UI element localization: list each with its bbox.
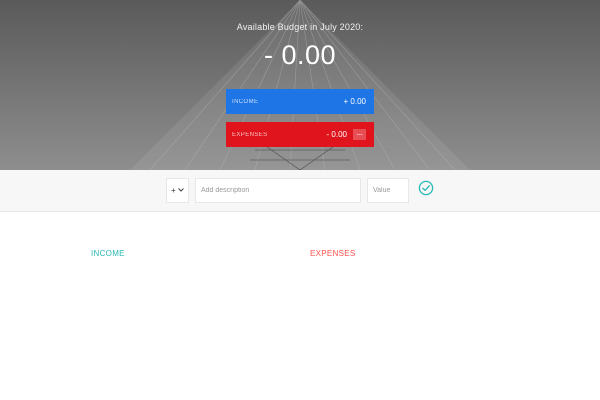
budget-income-value: + 0.00	[343, 97, 366, 106]
check-circle-icon	[418, 180, 434, 196]
add-value-input[interactable]	[367, 178, 409, 203]
budget-income-label: Income	[232, 98, 259, 105]
add-type-select[interactable]: +	[166, 178, 189, 203]
budget-expenses-right: - 0.00 ---	[327, 129, 366, 140]
budget-expenses-label: Expenses	[232, 131, 268, 138]
budget-value: - 0.00	[263, 40, 337, 70]
budget-header: Available Budget in July 2020: - 0.00 In…	[0, 0, 600, 170]
add-description-input[interactable]	[195, 178, 361, 203]
budget-income-row: Income + 0.00	[226, 89, 374, 114]
budget-expenses-value: - 0.00	[326, 130, 347, 139]
chevron-down-icon	[178, 187, 184, 194]
expenses-percentage-badge: ---	[353, 129, 366, 140]
add-type-value: +	[171, 186, 176, 195]
income-list-title: Income	[91, 249, 125, 258]
budget-expenses-row: Expenses - 0.00 ---	[226, 122, 374, 147]
budget-title: Available Budget in July 2020:	[236, 22, 364, 32]
expenses-list-title: Expenses	[310, 249, 356, 258]
add-submit-button[interactable]	[418, 180, 434, 196]
budget-income-right: + 0.00	[344, 97, 366, 106]
add-item-bar: +	[0, 170, 600, 212]
